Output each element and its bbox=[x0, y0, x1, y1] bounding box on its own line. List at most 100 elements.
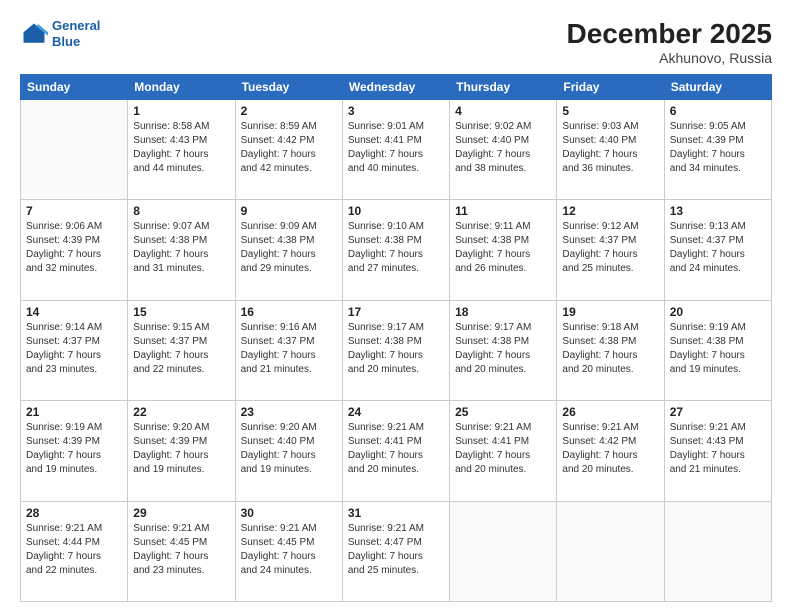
day-info: Sunrise: 9:21 AM Sunset: 4:47 PM Dayligh… bbox=[348, 522, 444, 578]
header-day-sunday: Sunday bbox=[21, 75, 128, 100]
calendar-cell bbox=[21, 100, 128, 200]
calendar-body: 1 Sunrise: 8:58 AM Sunset: 4:43 PM Daylig… bbox=[21, 100, 772, 602]
page-subtitle: Akhunovo, Russia bbox=[567, 50, 772, 66]
day-info: Sunrise: 9:19 AM Sunset: 4:38 PM Dayligh… bbox=[670, 321, 766, 377]
day-number: 16 bbox=[241, 305, 337, 319]
calendar-cell: 7Sunrise: 9:06 AM Sunset: 4:39 PM Daylig… bbox=[21, 200, 128, 300]
header-day-wednesday: Wednesday bbox=[342, 75, 449, 100]
calendar-cell: 2 Sunrise: 8:59 AM Sunset: 4:42 PM Daylig… bbox=[235, 100, 342, 200]
calendar-cell: 25 Sunrise: 9:21 AM Sunset: 4:41 PM Dayli… bbox=[450, 401, 557, 501]
day-info: Sunrise: 9:10 AM Sunset: 4:38 PM Dayligh… bbox=[348, 220, 444, 276]
header-day-thursday: Thursday bbox=[450, 75, 557, 100]
day-info: Sunrise: 9:20 AM Sunset: 4:40 PM Dayligh… bbox=[241, 421, 337, 477]
day-number: 18 bbox=[455, 305, 551, 319]
calendar-cell bbox=[664, 501, 771, 601]
day-number: 8 bbox=[133, 204, 229, 218]
day-number: 24 bbox=[348, 405, 444, 419]
day-number: 23 bbox=[241, 405, 337, 419]
day-info: Sunrise: 9:12 AM Sunset: 4:37 PM Dayligh… bbox=[562, 220, 658, 276]
day-info: Sunrise: 9:15 AM Sunset: 4:37 PM Dayligh… bbox=[133, 321, 229, 377]
day-number: 20 bbox=[670, 305, 766, 319]
day-number: 11 bbox=[455, 204, 551, 218]
day-number: 9 bbox=[241, 204, 337, 218]
calendar-cell: 5 Sunrise: 9:03 AM Sunset: 4:40 PM Daylig… bbox=[557, 100, 664, 200]
calendar-cell bbox=[557, 501, 664, 601]
day-info: Sunrise: 9:17 AM Sunset: 4:38 PM Dayligh… bbox=[348, 321, 444, 377]
day-info: Sunrise: 9:06 AM Sunset: 4:39 PM Dayligh… bbox=[26, 220, 122, 276]
day-number: 30 bbox=[241, 506, 337, 520]
calendar-cell: 23 Sunrise: 9:20 AM Sunset: 4:40 PM Dayli… bbox=[235, 401, 342, 501]
calendar-cell: 13 Sunrise: 9:13 AM Sunset: 4:37 PM Dayli… bbox=[664, 200, 771, 300]
logo-line1: General bbox=[52, 18, 100, 33]
calendar-cell: 10 Sunrise: 9:10 AM Sunset: 4:38 PM Dayli… bbox=[342, 200, 449, 300]
day-info: Sunrise: 9:21 AM Sunset: 4:45 PM Dayligh… bbox=[241, 522, 337, 578]
day-info: Sunrise: 9:09 AM Sunset: 4:38 PM Dayligh… bbox=[241, 220, 337, 276]
day-number: 13 bbox=[670, 204, 766, 218]
calendar-cell: 22 Sunrise: 9:20 AM Sunset: 4:39 PM Dayli… bbox=[128, 401, 235, 501]
day-number: 2 bbox=[241, 104, 337, 118]
header-day-monday: Monday bbox=[128, 75, 235, 100]
week-row-4: 28Sunrise: 9:21 AM Sunset: 4:44 PM Dayli… bbox=[21, 501, 772, 601]
day-number: 10 bbox=[348, 204, 444, 218]
header-day-tuesday: Tuesday bbox=[235, 75, 342, 100]
day-info: Sunrise: 9:02 AM Sunset: 4:40 PM Dayligh… bbox=[455, 120, 551, 176]
calendar-cell: 31 Sunrise: 9:21 AM Sunset: 4:47 PM Dayli… bbox=[342, 501, 449, 601]
day-number: 31 bbox=[348, 506, 444, 520]
calendar-cell bbox=[450, 501, 557, 601]
day-number: 15 bbox=[133, 305, 229, 319]
day-info: Sunrise: 9:07 AM Sunset: 4:38 PM Dayligh… bbox=[133, 220, 229, 276]
day-number: 17 bbox=[348, 305, 444, 319]
day-info: Sunrise: 9:21 AM Sunset: 4:45 PM Dayligh… bbox=[133, 522, 229, 578]
header-row: SundayMondayTuesdayWednesdayThursdayFrid… bbox=[21, 75, 772, 100]
calendar-cell: 29 Sunrise: 9:21 AM Sunset: 4:45 PM Dayli… bbox=[128, 501, 235, 601]
day-number: 5 bbox=[562, 104, 658, 118]
day-number: 4 bbox=[455, 104, 551, 118]
day-number: 27 bbox=[670, 405, 766, 419]
calendar-cell: 12 Sunrise: 9:12 AM Sunset: 4:37 PM Dayli… bbox=[557, 200, 664, 300]
header-day-friday: Friday bbox=[557, 75, 664, 100]
logo-text: General Blue bbox=[52, 18, 100, 49]
day-info: Sunrise: 9:21 AM Sunset: 4:42 PM Dayligh… bbox=[562, 421, 658, 477]
day-number: 26 bbox=[562, 405, 658, 419]
day-info: Sunrise: 9:17 AM Sunset: 4:38 PM Dayligh… bbox=[455, 321, 551, 377]
calendar-cell: 20 Sunrise: 9:19 AM Sunset: 4:38 PM Dayli… bbox=[664, 300, 771, 400]
calendar-cell: 15 Sunrise: 9:15 AM Sunset: 4:37 PM Dayli… bbox=[128, 300, 235, 400]
day-number: 22 bbox=[133, 405, 229, 419]
calendar-cell: 1 Sunrise: 8:58 AM Sunset: 4:43 PM Daylig… bbox=[128, 100, 235, 200]
day-number: 6 bbox=[670, 104, 766, 118]
calendar-cell: 17 Sunrise: 9:17 AM Sunset: 4:38 PM Dayli… bbox=[342, 300, 449, 400]
day-info: Sunrise: 9:20 AM Sunset: 4:39 PM Dayligh… bbox=[133, 421, 229, 477]
logo-icon bbox=[20, 20, 48, 48]
logo-line2: Blue bbox=[52, 34, 80, 49]
day-number: 1 bbox=[133, 104, 229, 118]
calendar-table: SundayMondayTuesdayWednesdayThursdayFrid… bbox=[20, 74, 772, 602]
calendar-cell: 9 Sunrise: 9:09 AM Sunset: 4:38 PM Daylig… bbox=[235, 200, 342, 300]
day-info: Sunrise: 9:01 AM Sunset: 4:41 PM Dayligh… bbox=[348, 120, 444, 176]
calendar-cell: 26 Sunrise: 9:21 AM Sunset: 4:42 PM Dayli… bbox=[557, 401, 664, 501]
day-info: Sunrise: 8:58 AM Sunset: 4:43 PM Dayligh… bbox=[133, 120, 229, 176]
week-row-1: 7Sunrise: 9:06 AM Sunset: 4:39 PM Daylig… bbox=[21, 200, 772, 300]
calendar-cell: 27 Sunrise: 9:21 AM Sunset: 4:43 PM Dayli… bbox=[664, 401, 771, 501]
page-title: December 2025 bbox=[567, 18, 772, 50]
day-info: Sunrise: 9:18 AM Sunset: 4:38 PM Dayligh… bbox=[562, 321, 658, 377]
day-info: Sunrise: 9:21 AM Sunset: 4:41 PM Dayligh… bbox=[348, 421, 444, 477]
calendar-cell: 6 Sunrise: 9:05 AM Sunset: 4:39 PM Daylig… bbox=[664, 100, 771, 200]
day-info: Sunrise: 9:21 AM Sunset: 4:43 PM Dayligh… bbox=[670, 421, 766, 477]
calendar-header: SundayMondayTuesdayWednesdayThursdayFrid… bbox=[21, 75, 772, 100]
header-day-saturday: Saturday bbox=[664, 75, 771, 100]
day-info: Sunrise: 9:13 AM Sunset: 4:37 PM Dayligh… bbox=[670, 220, 766, 276]
day-info: Sunrise: 9:21 AM Sunset: 4:44 PM Dayligh… bbox=[26, 522, 122, 578]
day-number: 19 bbox=[562, 305, 658, 319]
day-number: 25 bbox=[455, 405, 551, 419]
day-number: 3 bbox=[348, 104, 444, 118]
day-info: Sunrise: 9:03 AM Sunset: 4:40 PM Dayligh… bbox=[562, 120, 658, 176]
day-info: Sunrise: 8:59 AM Sunset: 4:42 PM Dayligh… bbox=[241, 120, 337, 176]
calendar-cell: 3 Sunrise: 9:01 AM Sunset: 4:41 PM Daylig… bbox=[342, 100, 449, 200]
week-row-2: 14Sunrise: 9:14 AM Sunset: 4:37 PM Dayli… bbox=[21, 300, 772, 400]
day-info: Sunrise: 9:05 AM Sunset: 4:39 PM Dayligh… bbox=[670, 120, 766, 176]
day-info: Sunrise: 9:21 AM Sunset: 4:41 PM Dayligh… bbox=[455, 421, 551, 477]
day-number: 14 bbox=[26, 305, 122, 319]
day-number: 12 bbox=[562, 204, 658, 218]
calendar-cell: 28Sunrise: 9:21 AM Sunset: 4:44 PM Dayli… bbox=[21, 501, 128, 601]
day-number: 29 bbox=[133, 506, 229, 520]
